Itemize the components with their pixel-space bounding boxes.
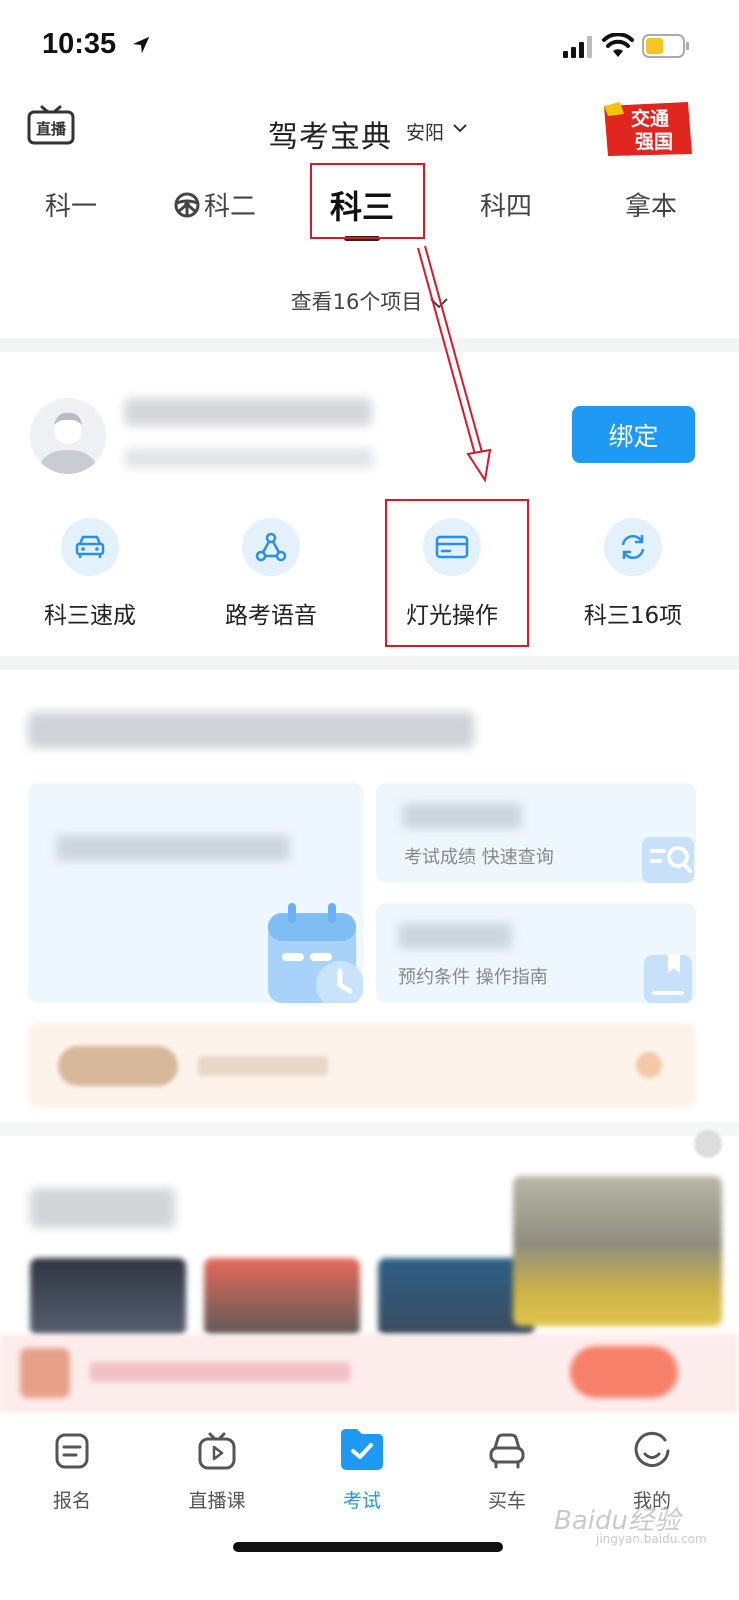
section-divider (0, 1122, 739, 1136)
watermark-url: jingyan.baidu.com (596, 1532, 707, 1546)
score-query-card[interactable]: 考试成绩 快速查询 (376, 783, 696, 883)
annotation-box-feature (385, 499, 529, 647)
car-front-icon (489, 1433, 525, 1469)
route-icon (242, 518, 300, 576)
book-icon (644, 955, 692, 1003)
avatar[interactable] (30, 398, 106, 474)
smile-icon (634, 1431, 670, 1467)
banner-text-redacted (198, 1056, 328, 1076)
section-divider (0, 338, 739, 352)
bottom-promo-bar[interactable] (0, 1334, 739, 1414)
close-icon[interactable] (694, 1130, 722, 1158)
section-title-redacted (28, 712, 474, 748)
steering-wheel-icon (174, 192, 200, 217)
score-query-subtitle: 考试成绩 快速查询 (404, 847, 554, 868)
nav-label: 报名 (52, 1490, 91, 1512)
section-title-redacted (30, 1188, 175, 1228)
video-thumbnail[interactable] (378, 1258, 534, 1336)
promo-thumb (20, 1348, 70, 1398)
tv-icon (198, 1432, 236, 1470)
location-arrow-icon (132, 36, 150, 54)
wifi-icon (602, 33, 634, 57)
promo-badge-text-1: 交通 (631, 107, 670, 130)
promo-action-button[interactable] (570, 1346, 678, 1398)
tab-subject-4[interactable]: 科四 (480, 186, 532, 223)
banner-arrow-icon (636, 1052, 662, 1078)
live-icon-label: 直播 (36, 120, 67, 138)
feature-label: 路考语音 (225, 603, 317, 629)
banner-avatars-redacted (58, 1046, 178, 1086)
feature-label: 科三16项 (583, 603, 683, 629)
nav-label: 直播课 (188, 1490, 246, 1512)
home-indicator (233, 1542, 503, 1552)
nav-register[interactable]: 报名 (17, 1430, 127, 1513)
section-divider (0, 656, 739, 670)
view-items-toggle[interactable]: 查看16个项目 (0, 286, 739, 316)
nav-label: 考试 (342, 1490, 381, 1512)
booking-guide-subtitle: 预约条件 操作指南 (398, 967, 548, 988)
exam-folder-icon (341, 1429, 383, 1470)
promo-badge[interactable]: 交通 强国 (600, 100, 694, 158)
chevron-down-icon[interactable] (452, 121, 468, 135)
register-icon (55, 1433, 89, 1469)
cell-signal-icon (563, 36, 592, 58)
status-time: 10:35 (42, 28, 117, 60)
annotation-arrow (417, 245, 492, 483)
bind-button[interactable]: 绑定 (572, 406, 695, 463)
user-info-redacted (124, 448, 374, 468)
feature-fast-track[interactable]: 科三速成 (15, 518, 165, 630)
feature-road-test-voice[interactable]: 路考语音 (196, 518, 346, 630)
promo-badge-text-2: 强国 (635, 131, 673, 153)
nav-label: 买车 (487, 1490, 526, 1512)
promo-banner[interactable] (28, 1022, 696, 1108)
live-tv-icon[interactable]: 直播 (26, 104, 76, 146)
nav-exam[interactable]: 考试 (307, 1429, 417, 1513)
exam-date-card[interactable] (28, 783, 363, 1003)
battery-icon (642, 34, 689, 58)
booking-guide-card[interactable]: 预约条件 操作指南 (376, 903, 696, 1003)
calendar-icon (268, 903, 363, 1003)
city-selector[interactable]: 安阳 (406, 118, 444, 145)
card-title-redacted (402, 803, 522, 829)
floating-video-player[interactable] (513, 1176, 722, 1326)
feature-label: 科三速成 (44, 603, 136, 629)
car-icon (61, 518, 119, 576)
card-title-redacted (398, 923, 512, 949)
username-redacted (124, 398, 372, 426)
annotation-box-tab (310, 163, 425, 239)
nav-live-course[interactable]: 直播课 (162, 1430, 272, 1513)
status-bar: 10:35 (0, 0, 739, 90)
tab-subject-1[interactable]: 科一 (45, 186, 97, 223)
app-title: 驾考宝典 (268, 120, 392, 155)
video-thumbnail[interactable] (204, 1258, 360, 1336)
refresh-icon (604, 518, 662, 576)
nav-buy-car[interactable]: 买车 (452, 1430, 562, 1513)
tab-subject-2[interactable]: 科二 (174, 186, 256, 223)
card-title-redacted (56, 835, 290, 861)
search-document-icon (642, 837, 694, 883)
video-thumbnail[interactable] (30, 1258, 186, 1336)
feature-16-items[interactable]: 科三16项 (558, 518, 708, 630)
promo-text-redacted (90, 1362, 350, 1382)
tab-get-license[interactable]: 拿本 (625, 186, 677, 223)
tab-subject-2-label: 科二 (204, 192, 257, 222)
